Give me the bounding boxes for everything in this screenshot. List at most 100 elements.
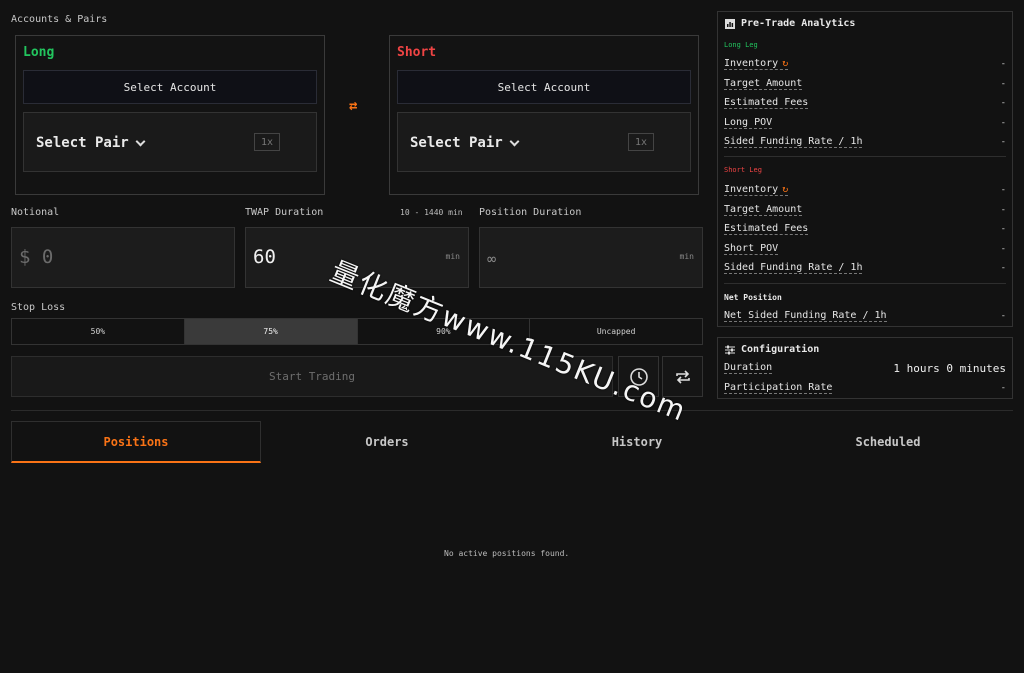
position-duration-unit: min xyxy=(679,252,694,261)
long-pair-box: Select Pair 1x xyxy=(23,112,317,172)
analytics-row-value: - xyxy=(1000,137,1006,147)
pre-trade-analytics-panel: Pre-Trade Analytics Long Leg Inventory ↻ … xyxy=(717,11,1013,327)
config-row: Participation Rate - xyxy=(724,381,1006,395)
short-pair-box: Select Pair 1x xyxy=(397,112,691,172)
tab-orders[interactable]: Orders xyxy=(262,421,512,463)
analytics-row-value: - xyxy=(1000,224,1006,234)
long-select-pair-dropdown[interactable]: Select Pair xyxy=(36,135,146,151)
analytics-row: Sided Funding Rate / 1h - xyxy=(724,135,1006,149)
start-trading-button[interactable]: Start Trading xyxy=(11,356,613,397)
short-leg-title: Short xyxy=(397,45,437,60)
analytics-row-value: - xyxy=(1000,185,1006,195)
stop-loss-option-90[interactable]: 90% xyxy=(357,319,531,344)
analytics-row: Target Amount - xyxy=(724,77,1006,91)
analytics-row: Short POV - xyxy=(724,242,1006,256)
analytics-row-key: Sided Funding Rate / 1h xyxy=(724,262,863,274)
repeat-icon xyxy=(675,369,690,384)
twap-duration-unit: min xyxy=(445,252,460,261)
twap-duration-hint: 10 - 1440 min xyxy=(400,208,463,217)
stop-loss-option-75[interactable]: 75% xyxy=(184,319,358,344)
config-row: Duration 1 hours 0 minutes xyxy=(724,361,1006,375)
short-select-account-button[interactable]: Select Account xyxy=(397,70,691,104)
config-row-key: Participation Rate xyxy=(724,382,833,394)
configuration-panel: Configuration Duration 1 hours 0 minutes… xyxy=(717,337,1013,399)
short-leg-panel: Short Select Account Select Pair 1x xyxy=(389,35,699,195)
tab-positions[interactable]: Positions xyxy=(11,421,261,463)
analytics-row: Long POV - xyxy=(724,116,1006,130)
long-select-pair-label: Select Pair xyxy=(36,135,129,151)
long-leg-panel: Long Select Account Select Pair 1x xyxy=(15,35,325,195)
twap-duration-value: 60 xyxy=(253,246,276,268)
chevron-down-icon xyxy=(135,136,146,146)
swap-arrows-icon[interactable]: ⇄ xyxy=(349,98,357,114)
sliders-icon xyxy=(725,345,735,354)
stop-loss-label: Stop Loss xyxy=(11,302,66,313)
analytics-row-value: - xyxy=(1000,79,1006,89)
analytics-row: Inventory ↻ - xyxy=(724,57,1006,71)
schedule-button[interactable] xyxy=(618,356,659,397)
analytics-row-key: Estimated Fees xyxy=(724,97,809,109)
empty-positions-message: No active positions found. xyxy=(444,549,570,558)
section-divider xyxy=(11,410,1013,411)
clock-icon xyxy=(629,367,648,386)
refresh-icon[interactable]: ↻ xyxy=(782,58,788,69)
twap-duration-input[interactable]: 60 min xyxy=(245,227,469,288)
short-leverage-badge[interactable]: 1x xyxy=(628,133,654,151)
analytics-row: Inventory ↻ - xyxy=(724,183,1006,197)
analytics-row-value: - xyxy=(1000,263,1006,273)
notional-input[interactable]: $ 0 xyxy=(11,227,235,288)
analytics-row: Target Amount - xyxy=(724,203,1006,217)
long-select-account-button[interactable]: Select Account xyxy=(23,70,317,104)
bar-chart-icon xyxy=(725,18,735,29)
analytics-row: Sided Funding Rate / 1h - xyxy=(724,261,1006,275)
chevron-down-icon xyxy=(509,136,520,146)
long-leg-label: Long Leg xyxy=(724,41,758,49)
configuration-title: Configuration xyxy=(741,344,820,355)
stop-loss-selector: 50% 75% 90% Uncapped xyxy=(11,318,703,345)
position-duration-input[interactable]: ∞ min xyxy=(479,227,703,288)
analytics-row-value: - xyxy=(1000,205,1006,215)
tab-history[interactable]: History xyxy=(512,421,762,463)
stop-loss-option-uncapped[interactable]: Uncapped xyxy=(530,319,702,344)
configuration-header: Configuration xyxy=(725,344,819,355)
short-leg-label: Short Leg xyxy=(724,166,762,174)
repeat-button[interactable] xyxy=(662,356,703,397)
analytics-row: Net Sided Funding Rate / 1h - xyxy=(724,309,1006,323)
config-row-value: 1 hours 0 minutes xyxy=(893,361,1006,375)
position-duration-value: ∞ xyxy=(487,250,497,268)
analytics-row-key: Target Amount xyxy=(724,78,803,90)
long-leg-title: Long xyxy=(23,45,55,60)
analytics-row-key: Net Sided Funding Rate / 1h xyxy=(724,310,887,322)
analytics-title: Pre-Trade Analytics xyxy=(741,18,856,29)
analytics-row-key: Inventory ↻ xyxy=(724,184,789,196)
config-row-value: - xyxy=(1000,383,1006,393)
twap-duration-label: TWAP Duration xyxy=(245,207,324,218)
short-select-pair-label: Select Pair xyxy=(410,135,503,151)
position-duration-label: Position Duration xyxy=(479,207,582,218)
analytics-row-value: - xyxy=(1000,118,1006,128)
analytics-row-key: Sided Funding Rate / 1h xyxy=(724,136,863,148)
analytics-row: Estimated Fees - xyxy=(724,222,1006,236)
analytics-row-key: Target Amount xyxy=(724,204,803,216)
notional-value: $ 0 xyxy=(19,246,54,268)
refresh-icon[interactable]: ↻ xyxy=(782,184,788,195)
tab-scheduled[interactable]: Scheduled xyxy=(763,421,1013,463)
analytics-row-value: - xyxy=(1000,311,1006,321)
analytics-row-key: Estimated Fees xyxy=(724,223,809,235)
analytics-row-value: - xyxy=(1000,244,1006,254)
accounts-section-label: Accounts & Pairs xyxy=(11,14,108,25)
analytics-row: Estimated Fees - xyxy=(724,96,1006,110)
divider xyxy=(724,156,1006,157)
notional-label: Notional xyxy=(11,207,60,218)
analytics-row-key: Long POV xyxy=(724,117,773,129)
stop-loss-option-50[interactable]: 50% xyxy=(12,319,185,344)
divider xyxy=(724,283,1006,284)
analytics-row-key: Short POV xyxy=(724,243,779,255)
analytics-row-value: - xyxy=(1000,59,1006,69)
analytics-header: Pre-Trade Analytics xyxy=(725,18,855,29)
net-position-label: Net Position xyxy=(724,293,782,302)
short-select-pair-dropdown[interactable]: Select Pair xyxy=(410,135,520,151)
analytics-row-value: - xyxy=(1000,98,1006,108)
config-row-key: Duration xyxy=(724,362,773,374)
long-leverage-badge[interactable]: 1x xyxy=(254,133,280,151)
